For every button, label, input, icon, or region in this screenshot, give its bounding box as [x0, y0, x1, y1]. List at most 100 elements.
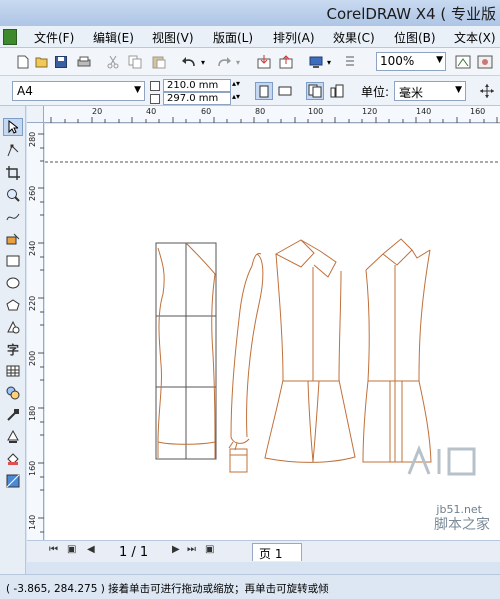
ruler-label: 200: [28, 350, 37, 366]
first-page-icon[interactable]: ⏮: [49, 544, 58, 555]
standard-toolbar: ▾ ▾ ▾ 100% ▼: [0, 48, 500, 76]
ruler-label: 180: [28, 405, 37, 421]
welcome-icon[interactable]: [341, 53, 359, 71]
snap-icon[interactable]: [454, 53, 472, 71]
page-navigator: ⏮ ▣ ◀ 1 / 1 ▶ ⏭ ▣ 页 1: [27, 540, 500, 562]
prev-page-icon[interactable]: ◀: [87, 544, 95, 555]
ruler-label: 60: [201, 107, 212, 116]
nudge-icon[interactable]: [478, 82, 496, 100]
ruler-label: 220: [28, 295, 37, 311]
undo-icon[interactable]: [180, 53, 198, 71]
ellipse-tool-icon[interactable]: [3, 274, 23, 292]
ruler-label: 20: [92, 107, 103, 116]
undo-dropdown-icon[interactable]: ▾: [198, 53, 208, 71]
status-bar: ( -3.865, 284.275 ) 接着单击可进行拖动或缩放；再单击可旋转或…: [0, 574, 500, 599]
menu-bitmaps[interactable]: 位图(B): [394, 29, 436, 46]
menu-file[interactable]: 文件(F): [34, 29, 74, 46]
title-bar: CorelDRAW X4 ( 专业版: [0, 0, 500, 26]
table-tool-icon[interactable]: [3, 362, 23, 380]
drawing-canvas[interactable]: jb51.net 脚本之家: [45, 124, 500, 540]
menu-arrange[interactable]: 排列(A): [273, 29, 315, 46]
height-spin-icon[interactable]: ▴▾: [232, 92, 240, 101]
app-launcher-icon[interactable]: [307, 53, 325, 71]
landscape-button[interactable]: [276, 82, 294, 100]
portrait-button[interactable]: [255, 82, 273, 100]
pick-tool-icon[interactable]: [3, 118, 23, 136]
ruler-label: 280: [28, 131, 37, 147]
property-bar: A4 ▼ 210.0 mm 297.0 mm ▴▾ ▴▾ 单位: 毫米 ▼: [0, 76, 500, 106]
smart-fill-tool-icon[interactable]: [3, 230, 23, 248]
horizontal-ruler-ticks: [50, 117, 498, 123]
chevron-down-icon: ▼: [134, 85, 141, 95]
interactive-fill-tool-icon[interactable]: [3, 472, 23, 490]
open-icon[interactable]: [33, 53, 51, 71]
watermark-text: 脚本之家: [434, 517, 490, 533]
paper-size-select[interactable]: A4 ▼: [12, 81, 145, 101]
zoom-value: 100%: [380, 54, 415, 68]
horizontal-ruler[interactable]: 20 40 60 80 100 120 140 160: [44, 106, 500, 123]
cut-icon[interactable]: [104, 53, 122, 71]
menu-layout[interactable]: 版面(L): [213, 29, 253, 46]
watermark: jb51.net 脚本之家: [344, 444, 494, 534]
redo-dropdown-icon[interactable]: ▾: [233, 53, 243, 71]
watermark-logo-icon: [407, 444, 476, 476]
app-icon[interactable]: [3, 29, 17, 45]
options-icon[interactable]: [476, 53, 494, 71]
ruler-label: 160: [470, 107, 486, 116]
interactive-tool-icon[interactable]: [3, 384, 23, 402]
ruler-label: 100: [308, 107, 324, 116]
page-height-field[interactable]: 297.0 mm: [163, 92, 231, 105]
add-page-after-icon[interactable]: ▣: [205, 544, 214, 555]
ruler-label: 80: [255, 107, 266, 116]
chevron-down-icon: ▼: [455, 85, 462, 95]
new-icon[interactable]: [14, 53, 32, 71]
unit-label: 单位:: [361, 85, 390, 99]
crop-tool-icon[interactable]: [3, 164, 23, 182]
paper-size-value: A4: [17, 84, 33, 98]
page-count: 1 / 1: [119, 545, 149, 560]
save-icon[interactable]: [52, 53, 70, 71]
import-icon[interactable]: [255, 53, 273, 71]
export-icon[interactable]: [277, 53, 295, 71]
page-width-field[interactable]: 210.0 mm: [163, 79, 231, 92]
unit-select[interactable]: 毫米 ▼: [394, 81, 466, 101]
menu-text[interactable]: 文本(X): [454, 29, 496, 46]
polygon-tool-icon[interactable]: [3, 296, 23, 314]
ruler-label: 140: [28, 514, 37, 530]
back-shirt-outline: [362, 238, 432, 463]
tab-page-1[interactable]: 页 1: [252, 543, 302, 561]
next-page-icon[interactable]: ▶: [172, 544, 180, 555]
outline-tool-icon[interactable]: [3, 428, 23, 446]
rectangle-tool-icon[interactable]: [3, 252, 23, 270]
print-icon[interactable]: [75, 53, 93, 71]
width-icon: [150, 81, 160, 91]
last-page-icon[interactable]: ⏭: [187, 544, 196, 555]
all-pages-icon[interactable]: [306, 82, 324, 100]
eyedropper-tool-icon[interactable]: [3, 406, 23, 424]
menu-view[interactable]: 视图(V): [152, 29, 194, 46]
fill-tool-icon[interactable]: [3, 450, 23, 468]
width-spin-icon[interactable]: ▴▾: [232, 79, 240, 88]
menu-effects[interactable]: 效果(C): [333, 29, 375, 46]
redo-icon[interactable]: [215, 53, 233, 71]
zoom-select[interactable]: 100% ▼: [376, 52, 446, 71]
basic-shapes-tool-icon[interactable]: [3, 318, 23, 336]
app-launcher-dropdown-icon[interactable]: ▾: [324, 53, 334, 71]
vertical-ruler[interactable]: 280 260 240 220 200 180 160 140: [27, 123, 44, 540]
copy-icon[interactable]: [126, 53, 144, 71]
freehand-tool-icon[interactable]: [3, 208, 23, 226]
add-page-before-icon[interactable]: ▣: [67, 544, 76, 555]
height-icon: [150, 94, 160, 104]
ruler-label: 40: [146, 107, 157, 116]
text-tool-icon[interactable]: 字: [3, 340, 23, 358]
zoom-tool-icon[interactable]: [3, 186, 23, 204]
menu-edit[interactable]: 编辑(E): [93, 29, 134, 46]
toolbox: 字: [0, 106, 26, 574]
ruler-corner[interactable]: [27, 106, 44, 123]
status-text: ( -3.865, 284.275 ) 接着单击可进行拖动或缩放；再单击可旋转或…: [6, 583, 329, 595]
current-page-icon[interactable]: [328, 82, 346, 100]
shape-tool-icon[interactable]: [3, 142, 23, 160]
paste-icon[interactable]: [150, 53, 168, 71]
unit-value: 毫米: [399, 86, 424, 100]
pattern-grid: [155, 242, 217, 460]
